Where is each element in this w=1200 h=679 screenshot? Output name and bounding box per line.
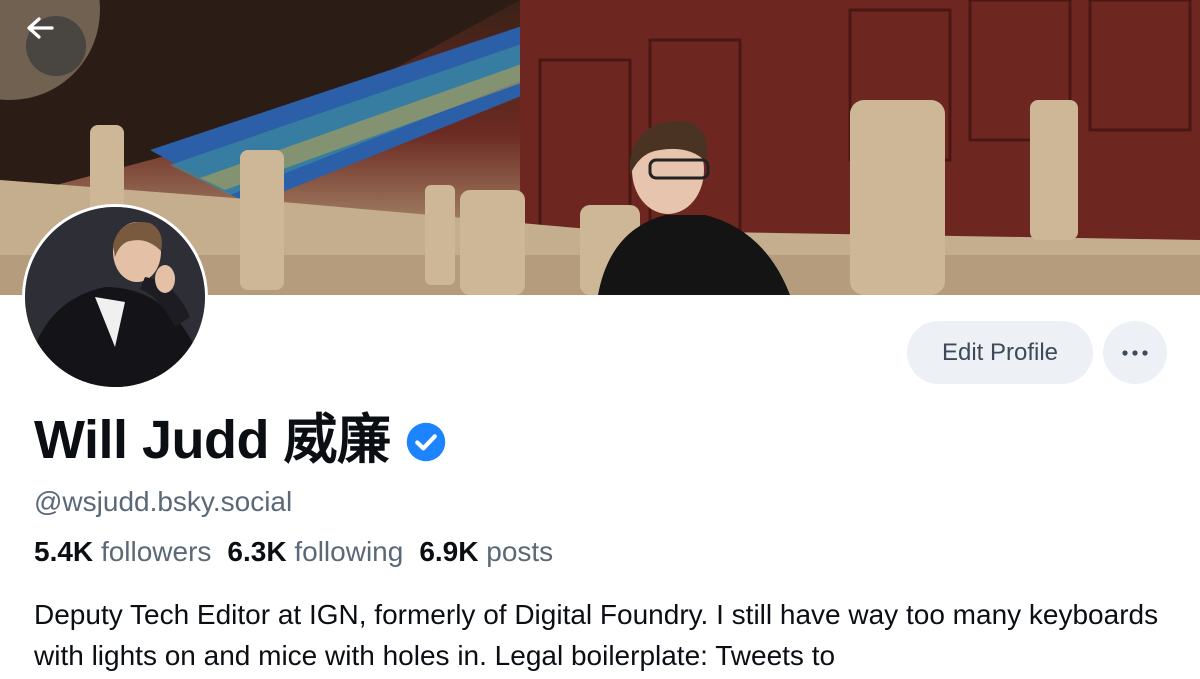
arrow-left-icon xyxy=(27,17,54,39)
followers-count: 5.4K xyxy=(34,536,94,567)
following-stat[interactable]: 6.3K following xyxy=(227,536,403,568)
posts-stat: 6.9K posts xyxy=(419,536,553,568)
verified-badge-icon[interactable] xyxy=(405,421,447,463)
posts-count: 6.9K xyxy=(419,536,479,567)
followers-label: followers xyxy=(100,536,212,567)
posts-label: posts xyxy=(486,536,554,567)
display-name: Will Judd 威廉 xyxy=(34,410,391,470)
profile-handle: @wsjudd.bsky.social xyxy=(34,486,293,517)
avatar-image xyxy=(25,207,205,387)
avatar[interactable] xyxy=(22,204,208,390)
following-count: 6.3K xyxy=(227,536,287,567)
more-horizontal-icon xyxy=(1122,349,1148,356)
followers-stat[interactable]: 5.4K followers xyxy=(34,536,211,568)
edit-profile-button[interactable]: Edit Profile xyxy=(907,321,1093,384)
profile-stats: 5.4K followers 6.3K following 6.9K posts xyxy=(34,536,553,568)
profile-bio: Deputy Tech Editor at IGN, formerly of D… xyxy=(34,599,1159,671)
back-button[interactable] xyxy=(26,16,86,76)
name-row: Will Judd 威廉 xyxy=(34,408,447,472)
following-label: following xyxy=(294,536,404,567)
more-options-button[interactable] xyxy=(1103,321,1167,384)
